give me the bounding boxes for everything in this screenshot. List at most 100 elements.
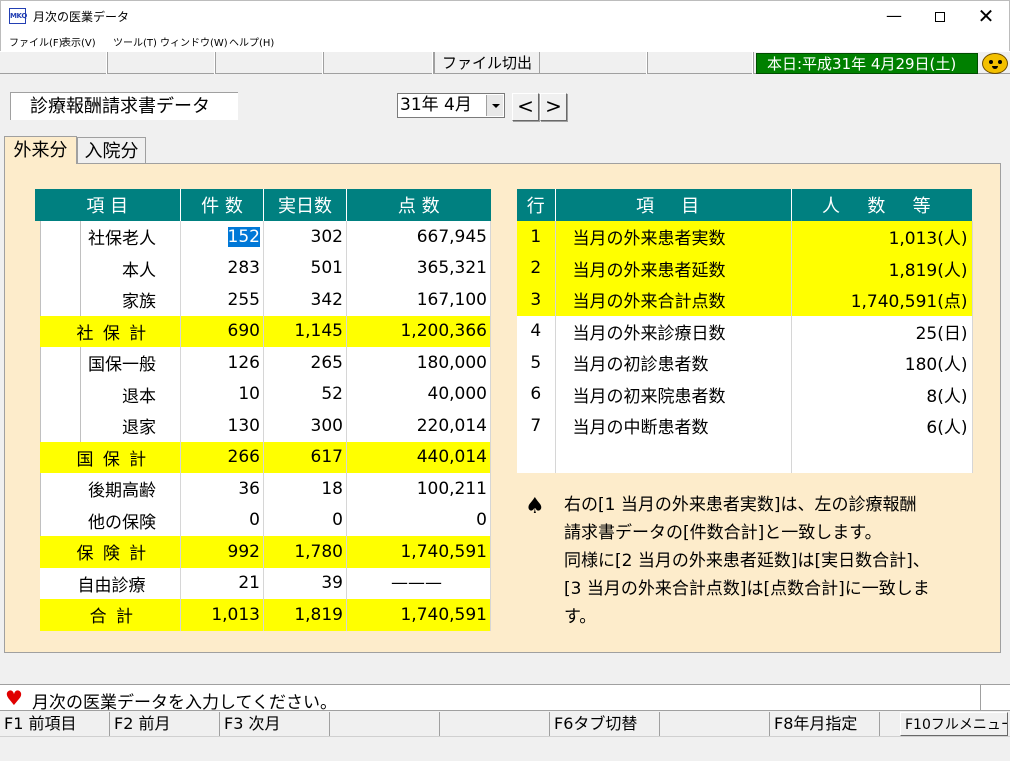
- days-cell[interactable]: 265: [263, 347, 347, 379]
- f10-button[interactable]: F10フルメニュー: [900, 712, 1008, 736]
- today-date: 本日:平成31年 4月29日(土): [756, 53, 978, 74]
- divider: [980, 685, 981, 711]
- points-cell[interactable]: 667,945: [346, 221, 491, 253]
- count-cell[interactable]: 255: [180, 284, 264, 316]
- count-cell[interactable]: 10: [180, 378, 264, 410]
- row-label: 国保一般: [29, 347, 181, 379]
- f4-button[interactable]: [330, 712, 440, 736]
- note-line: [3 当月の外来合計点数]は[点数合計]に一致しま: [564, 579, 930, 599]
- row-label: 他の保険: [29, 504, 181, 536]
- row-value[interactable]: 25(日): [791, 315, 973, 347]
- heart-icon: ♥: [5, 686, 23, 710]
- row-label: 社保老人: [29, 221, 181, 253]
- row-label: 合計: [29, 599, 181, 631]
- tab-outpatient[interactable]: 外来分: [4, 136, 77, 164]
- column-header: 行: [517, 189, 556, 221]
- toolbar-slot[interactable]: [108, 52, 216, 74]
- days-cell: 617: [263, 441, 347, 473]
- days-cell[interactable]: 52: [263, 378, 347, 410]
- row-value[interactable]: 8(人): [791, 378, 973, 410]
- count-cell[interactable]: 152: [180, 221, 264, 253]
- f2-button[interactable]: F2 前月: [110, 712, 220, 736]
- toolbar-slot[interactable]: [648, 52, 754, 74]
- points-cell: 1,200,366: [346, 315, 491, 347]
- row-label: 退本: [29, 378, 181, 410]
- count-cell[interactable]: 36: [180, 473, 264, 505]
- toolbar-slot[interactable]: [324, 52, 434, 74]
- f3-button[interactable]: F3 次月: [220, 712, 330, 736]
- menu-view[interactable]: 表示(V): [61, 34, 96, 49]
- close-button[interactable]: ✕: [963, 1, 1009, 31]
- days-cell[interactable]: 18: [263, 473, 347, 505]
- days-cell[interactable]: 300: [263, 410, 347, 442]
- window-title: 月次の医業データ: [33, 10, 130, 24]
- days-cell: 1,819: [263, 599, 347, 631]
- table-row: 国保一般 126 265 180,000: [29, 347, 491, 379]
- points-cell[interactable]: 365,321: [346, 252, 491, 284]
- selected-value[interactable]: 152: [227, 226, 260, 247]
- points-cell[interactable]: 100,211: [346, 473, 491, 505]
- count-cell[interactable]: 126: [180, 347, 264, 379]
- file-switch-button[interactable]: ファイル切出: [434, 52, 540, 74]
- menu-window[interactable]: ウィンドウ(W): [160, 34, 228, 49]
- minimize-button[interactable]: —: [871, 1, 917, 31]
- row-value: 1,819(人): [791, 252, 973, 284]
- note-line: 右の[1 当月の外来患者実数]は、左の診療報酬: [564, 495, 917, 515]
- toolbar-slot[interactable]: [0, 52, 108, 74]
- count-cell[interactable]: 21: [180, 567, 264, 599]
- f8-button[interactable]: F8年月指定: [770, 712, 880, 736]
- menu-file[interactable]: ファイル(F): [9, 34, 63, 49]
- table-row: [517, 441, 973, 473]
- row-label: 国保計: [29, 441, 181, 473]
- points-cell[interactable]: 220,014: [346, 410, 491, 442]
- f6-button[interactable]: F6タブ切替: [550, 712, 660, 736]
- title-bar: MKQ 月次の医業データ — ✕: [0, 0, 1010, 31]
- count-cell[interactable]: 283: [180, 252, 264, 284]
- table-row: 退家 130 300 220,014: [29, 410, 491, 442]
- empty-cell: [517, 441, 556, 473]
- column-header: 件 数: [180, 189, 264, 221]
- days-cell[interactable]: 0: [263, 504, 347, 536]
- prev-month-button[interactable]: <: [512, 93, 539, 121]
- points-cell[interactable]: 180,000: [346, 347, 491, 379]
- toolbar: ファイル切出 本日:平成31年 4月29日(土): [0, 51, 1010, 74]
- month-select[interactable]: 31年 4月: [397, 93, 505, 118]
- points-cell[interactable]: 40,000: [346, 378, 491, 410]
- toolbar-slot[interactable]: [216, 52, 324, 74]
- table-row: 他の保険 0 0 0: [29, 504, 491, 536]
- menu-help[interactable]: ヘルプ(H): [229, 34, 274, 49]
- days-cell[interactable]: 39: [263, 567, 347, 599]
- chevron-down-icon[interactable]: [486, 95, 503, 116]
- column-header: 人 数 等: [791, 189, 972, 221]
- summary-table: 行 項 目 人 数 等 1 当月の外来患者実数 1,013(人) 2 当月の外来…: [517, 189, 973, 473]
- spade-icon: ♠: [525, 494, 545, 519]
- f1-button[interactable]: F1 前項目: [0, 712, 110, 736]
- row-value[interactable]: 180(人): [791, 347, 973, 379]
- points-cell[interactable]: 0: [346, 504, 491, 536]
- maximize-button[interactable]: [917, 1, 963, 31]
- next-month-button[interactable]: >: [540, 93, 567, 121]
- table-row: 退本 10 52 40,000: [29, 378, 491, 410]
- days-cell[interactable]: 501: [263, 252, 347, 284]
- row-label: 本人: [29, 252, 181, 284]
- points-cell: 1,740,591: [346, 536, 491, 568]
- count-cell: 266: [180, 441, 264, 473]
- days-cell[interactable]: 342: [263, 284, 347, 316]
- f5-button[interactable]: [440, 712, 550, 736]
- count-cell[interactable]: 130: [180, 410, 264, 442]
- table-row: 保険計 992 1,780 1,740,591: [29, 536, 491, 568]
- points-cell[interactable]: 167,100: [346, 284, 491, 316]
- row-value[interactable]: 6(人): [791, 410, 973, 442]
- f7-button[interactable]: [660, 712, 770, 736]
- tab-inpatient[interactable]: 入院分: [77, 137, 146, 164]
- days-cell[interactable]: 302: [263, 221, 347, 253]
- menu-tools[interactable]: ツール(T): [113, 34, 157, 49]
- row-label: 保険計: [29, 536, 181, 568]
- table-row: 社保計 690 1,145 1,200,366: [29, 315, 491, 347]
- count-cell[interactable]: 0: [180, 504, 264, 536]
- table-row: 後期高齢 36 18 100,211: [29, 473, 491, 505]
- column-header: 実日数: [263, 189, 347, 221]
- row-label: 家族: [29, 284, 181, 316]
- row-item: 当月の初来院患者数: [555, 378, 792, 410]
- toolbar-slot[interactable]: [540, 52, 648, 74]
